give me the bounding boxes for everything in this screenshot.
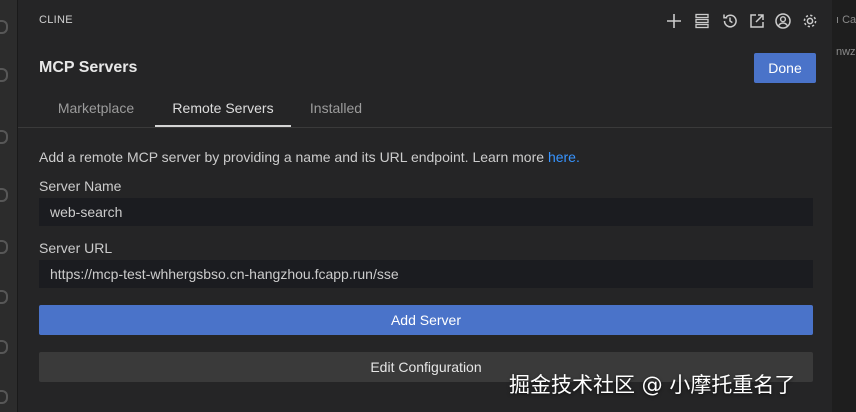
settings-gear-icon[interactable]	[800, 11, 820, 31]
plus-icon[interactable]	[664, 11, 684, 31]
activity-bar[interactable]	[0, 0, 18, 412]
learn-more-link[interactable]: here.	[548, 149, 580, 165]
activity-bar-item-icon[interactable]	[0, 340, 8, 354]
activity-bar-item-icon[interactable]	[0, 240, 8, 254]
tab-installed[interactable]: Installed	[297, 90, 375, 127]
tab-remote-servers[interactable]: Remote Servers	[155, 90, 291, 127]
editor-edge: ı Ca nwz	[832, 0, 856, 412]
server-name-input[interactable]	[39, 198, 813, 226]
app-title: CLINE	[39, 14, 73, 26]
activity-bar-item-icon[interactable]	[0, 188, 8, 202]
activity-bar-item-icon[interactable]	[0, 290, 8, 304]
done-button[interactable]: Done	[754, 53, 816, 83]
server-url-label: Server URL	[39, 240, 113, 256]
activity-bar-item-icon[interactable]	[0, 130, 8, 144]
activity-bar-item-icon[interactable]	[0, 20, 8, 34]
activity-bar-item-icon[interactable]	[0, 390, 8, 404]
title-bar: CLINE	[18, 0, 832, 42]
popout-icon[interactable]	[747, 11, 767, 31]
server-name-label: Server Name	[39, 178, 122, 194]
editor-edge-text: ı Ca	[836, 14, 856, 26]
page-title: MCP Servers	[39, 59, 138, 76]
intro-description: Add a remote MCP server by providing a n…	[39, 149, 548, 165]
cline-panel: CLINE MCP Servers Done Marketplace Remot…	[18, 0, 832, 412]
add-server-button[interactable]: Add Server	[39, 305, 813, 335]
history-icon[interactable]	[720, 11, 740, 31]
account-icon[interactable]	[773, 11, 793, 31]
intro-text: Add a remote MCP server by providing a n…	[39, 149, 580, 165]
server-url-input[interactable]	[39, 260, 813, 288]
tabs-divider	[18, 127, 832, 128]
tab-marketplace[interactable]: Marketplace	[39, 90, 153, 127]
server-list-icon[interactable]	[692, 11, 712, 31]
activity-bar-item-icon[interactable]	[0, 68, 8, 82]
watermark: 掘金技术社区 @ 小摩托重名了	[509, 373, 796, 397]
editor-edge-text: nwz	[836, 46, 856, 58]
